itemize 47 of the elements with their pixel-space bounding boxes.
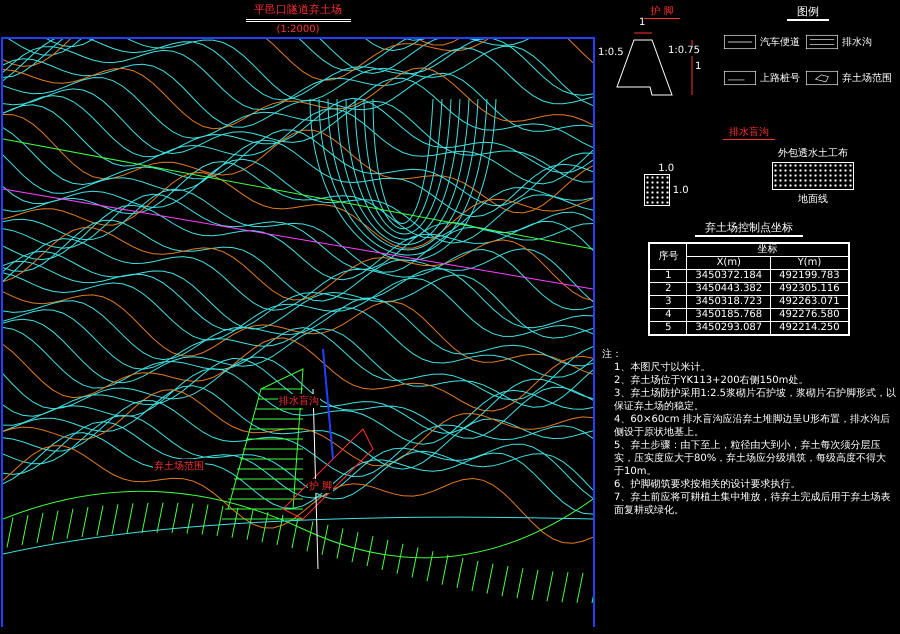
table-header: 坐标 <box>686 243 849 256</box>
table-header: 序号 <box>649 243 687 270</box>
legend-label: 弃土场范围 <box>842 72 892 85</box>
section-title: 护 脚 <box>644 4 680 19</box>
table-header: Y(m) <box>770 256 849 270</box>
table-cell: 492276.580 <box>770 308 849 322</box>
gravel-trench-icon <box>772 162 854 190</box>
notes-heading: 注： <box>602 348 623 361</box>
table-cell: 3450185.768 <box>686 308 771 322</box>
legend-label: 上路桩号 <box>760 72 800 85</box>
dimension-label: 1 <box>639 17 646 28</box>
table-cell: 492305.116 <box>770 282 849 296</box>
table-cell: 492263.071 <box>770 296 849 308</box>
section-title: 排水盲沟 <box>723 125 775 140</box>
dimension-label: 1.0 <box>672 184 689 196</box>
table-cell: 3 <box>649 296 687 308</box>
scale-label: (1:2000) <box>276 24 320 35</box>
dimension-label: 1:0.75 <box>668 45 700 56</box>
table-cell: 2 <box>649 282 687 296</box>
note-text: 3、弃土场防护采用1:2.5浆砌片石护坡，浆砌片石护脚形式，以保证弃土场的稳定。 <box>613 387 896 413</box>
table-title: 弃土场控制点坐标 <box>695 220 803 237</box>
table-cell: 4 <box>649 308 687 322</box>
table-cell: 3450318.723 <box>686 296 771 308</box>
map-label: 排水盲沟 <box>278 394 320 408</box>
note-text: 4、60×60cm 排水盲沟应沿弃土堆脚边呈U形布置，排水沟后侧设于原状地基上。 <box>613 413 891 439</box>
legend-title: 图例 <box>787 4 829 21</box>
note-text: 7、弃土前应将可耕植土集中堆放，待弃土完成后用于弃土场表面复耕或绿化。 <box>613 491 892 517</box>
table-cell: 3450443.382 <box>686 282 771 296</box>
table-cell: 3450372.184 <box>686 270 771 282</box>
legend-label: 排水沟 <box>842 36 872 49</box>
note-text: 1、本图尺寸以米计。 <box>613 361 712 374</box>
dimension-label: 1 <box>695 61 702 72</box>
dimension-label: 1:0.5 <box>598 47 624 58</box>
table-header: X(m) <box>686 256 771 270</box>
callout-label: 外包透水土工布 <box>778 146 848 160</box>
dimension-label: 1.0 <box>658 163 674 174</box>
drawing-title: 平邑口隧道弃土场 <box>254 2 342 17</box>
table-cell: 492199.783 <box>770 270 849 282</box>
note-text: 6、护脚砌筑要求按相关的设计要求执行。 <box>613 478 802 491</box>
table-cell: 1 <box>649 270 687 282</box>
map-label: 护 脚 <box>308 479 334 493</box>
gravel-trench-icon <box>644 174 670 206</box>
callout-label: 地面线 <box>798 192 828 206</box>
map-label: 弃土场范围 <box>153 459 205 473</box>
note-text: 2、弃土场位于YK113+200右侧150m处。 <box>613 374 810 387</box>
legend-label: 汽车便道 <box>760 36 800 49</box>
note-text: 5、弃土步骤：由下至上，粒径由大到小，弃土每次须分层压实，压实度应大于80%，弃土场应分级填筑，每级高度不得大于10m。 <box>613 439 888 478</box>
